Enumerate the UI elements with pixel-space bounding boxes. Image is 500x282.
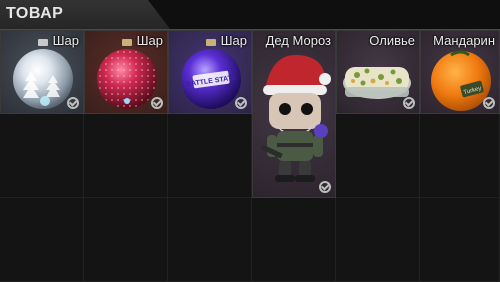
item-label: Оливье [369,33,415,48]
grid-cell[interactable] [252,198,336,282]
inventory-item-silver-ball[interactable]: Шар [0,30,84,114]
grid-cell[interactable] [420,114,500,198]
check-icon [403,97,415,109]
item-label: Дед Мороз [265,33,331,48]
ded-moroz-figurine-icon [260,54,331,182]
check-icon [483,97,495,109]
check-icon [151,97,163,109]
inventory-item-red-ball[interactable]: Шар [84,30,168,114]
check-icon [319,181,331,193]
item-label: Шар [136,33,163,48]
grid-cell[interactable] [336,198,420,282]
grid-cell[interactable] [168,198,252,282]
grid-cell[interactable] [84,198,168,282]
grid-cell[interactable] [0,198,84,282]
inventory-item-olivier[interactable]: Оливье [336,30,420,114]
check-icon [67,97,79,109]
tab-goods[interactable]: ТОВАР [0,0,170,29]
inventory-item-purple-ball[interactable]: BATTLE STATE Шар [168,30,252,114]
item-label: Мандарин [433,33,495,48]
inventory-item-tangerine[interactable]: Turkey Мандарин [420,30,500,114]
grid-cell[interactable] [336,114,420,198]
grid-cell[interactable] [420,198,500,282]
tab-title: ТОВАР [6,5,64,22]
grid-cell[interactable] [0,114,84,198]
inventory-item-ded-moroz[interactable]: Дед Мороз [252,30,336,198]
item-label: Шар [220,33,247,48]
inventory-grid: Шар Шар BATTLE STATE Шар Дед Мороз Оливь… [0,30,500,282]
grid-cell[interactable] [168,114,252,198]
item-label: Шар [52,33,79,48]
check-icon [235,97,247,109]
grid-cell[interactable] [84,114,168,198]
